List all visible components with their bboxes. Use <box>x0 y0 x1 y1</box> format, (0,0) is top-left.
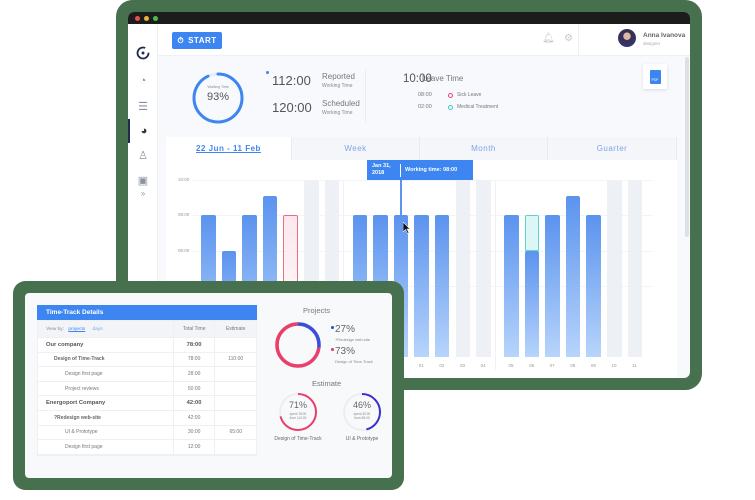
column-header-total: Total Time <box>172 321 215 337</box>
x-tick-label: 09 <box>590 363 596 368</box>
tooltip-date: Jan 31, <box>372 163 391 169</box>
table-row[interactable]: Our company 78:00 <box>38 338 256 353</box>
legend-dot-time-track <box>331 348 334 351</box>
weekend-bar <box>455 180 470 357</box>
estimate-label: UI & Prototype <box>345 436 379 442</box>
row-name: Design first page <box>65 443 103 450</box>
y-tick-label: 04:00 <box>178 283 190 289</box>
row-name: Project reviews <box>65 385 99 392</box>
x-tick-label: 11 <box>632 363 637 368</box>
table-row[interactable]: ?Redesign web-site 42:00 <box>38 410 256 426</box>
row-estimate <box>214 410 256 425</box>
work-bar <box>414 215 429 357</box>
x-tick-label: 02 <box>439 363 445 368</box>
divider <box>400 163 401 177</box>
row-total-time: 78:00 <box>172 352 215 367</box>
table-row[interactable]: Design first page 12:00 <box>38 440 256 455</box>
row-name: Our company <box>46 341 84 348</box>
projects-donut <box>275 322 321 368</box>
mouse-cursor-icon <box>403 222 411 234</box>
row-estimate <box>214 381 256 396</box>
work-bar <box>586 215 601 357</box>
legend-dot-redesign <box>331 326 334 329</box>
projects-title: Projects <box>303 306 331 315</box>
row-total-time: 28:00 <box>172 367 215 381</box>
x-tick-label: 08 <box>570 363 576 368</box>
medical-leave-bar <box>524 215 540 251</box>
estimate-title: Estimate <box>312 379 342 388</box>
y-tick-label: 06:00 <box>178 247 190 253</box>
x-tick-label: 03 <box>459 363 465 368</box>
table-row[interactable]: Design of Time-Track 78:00 110:00 <box>38 352 256 368</box>
gridline <box>193 180 653 181</box>
table-header: View by: projects days Total Time Estima… <box>38 321 256 338</box>
project-percent-redesign: 27% <box>335 324 356 335</box>
estimate-from: from 65:00 <box>354 416 370 420</box>
project-label-time-track: Design of Time-Track <box>335 359 373 364</box>
row-name: ?Redesign web-site <box>54 414 101 421</box>
work-bar <box>434 215 450 357</box>
column-header-estimate: Estimate <box>214 321 256 337</box>
row-estimate <box>214 396 256 410</box>
x-tick-label: 10 <box>611 363 617 368</box>
weekend-bar <box>476 180 491 357</box>
details-title: Time-Track Details <box>37 305 257 320</box>
estimate-label: Design of Time-Track <box>274 436 322 442</box>
row-name: UI & Prototype <box>65 429 98 436</box>
estimate-from: from 110:00 <box>289 416 307 420</box>
y-tick-label: 08:00 <box>178 212 190 218</box>
row-name: Design first page <box>65 370 103 377</box>
project-label-redesign: ?Redesign web-site <box>335 337 371 342</box>
tooltip-text: Working time: 08:00 <box>405 167 458 173</box>
row-name: Energoport Company <box>46 400 106 407</box>
row-total-time: 50:00 <box>172 381 215 396</box>
row-estimate <box>214 367 256 381</box>
view-by-label: View by: <box>46 326 65 332</box>
details-table: View by: projects days Total Time Estima… <box>37 320 257 456</box>
view-by-days-link[interactable]: days <box>93 327 103 332</box>
row-estimate: 110:00 <box>214 352 256 367</box>
row-total-time: 42:00 <box>172 396 215 410</box>
table-row[interactable]: UI & Prototype 30:00 65:00 <box>38 425 256 441</box>
row-total-time: 30:00 <box>172 425 215 440</box>
row-total-time: 12:00 <box>172 440 215 454</box>
x-tick-label: 05 <box>508 363 514 368</box>
row-estimate: 65:00 <box>214 425 256 440</box>
view-by-projects-link[interactable]: projects <box>68 327 85 332</box>
tooltip-year: 2018 <box>372 170 385 176</box>
table-row[interactable]: Project reviews 50:00 <box>38 381 256 397</box>
weekend-bar <box>627 180 643 357</box>
work-bar <box>565 195 581 357</box>
work-bar <box>524 250 540 357</box>
x-tick-label: 07 <box>549 363 555 368</box>
x-tick-label: 04 <box>480 363 486 368</box>
table-row[interactable]: Energoport Company 42:00 <box>38 396 256 411</box>
project-percent-time-track: 73% <box>335 346 356 357</box>
row-total-time: 42:00 <box>172 410 215 425</box>
work-bar <box>393 215 409 357</box>
time-track-details-card: Time-Track Details View by: projects day… <box>25 293 392 478</box>
row-estimate <box>214 440 256 454</box>
weekend-bar <box>607 180 622 357</box>
y-tick-label: 10:00 <box>178 177 190 182</box>
table-row[interactable]: Design first page 28:00 <box>38 367 256 382</box>
estimate-percent: 46% <box>352 400 371 410</box>
row-name: Design of Time-Track <box>54 356 105 363</box>
group-divider <box>495 180 496 370</box>
row-estimate <box>214 338 256 352</box>
work-bar <box>545 215 560 357</box>
tooltip-pointer-line <box>400 180 402 216</box>
chart-tooltip: Jan 31, 2018 Working time: 08:00 <box>367 160 473 180</box>
work-bar <box>504 215 519 357</box>
x-tick-label: 31 <box>398 363 404 368</box>
x-tick-label: 01 <box>418 363 424 368</box>
estimate-percent: 71% <box>288 400 307 410</box>
x-tick-label: 06 <box>529 363 535 368</box>
row-total-time: 78:00 <box>172 338 215 352</box>
